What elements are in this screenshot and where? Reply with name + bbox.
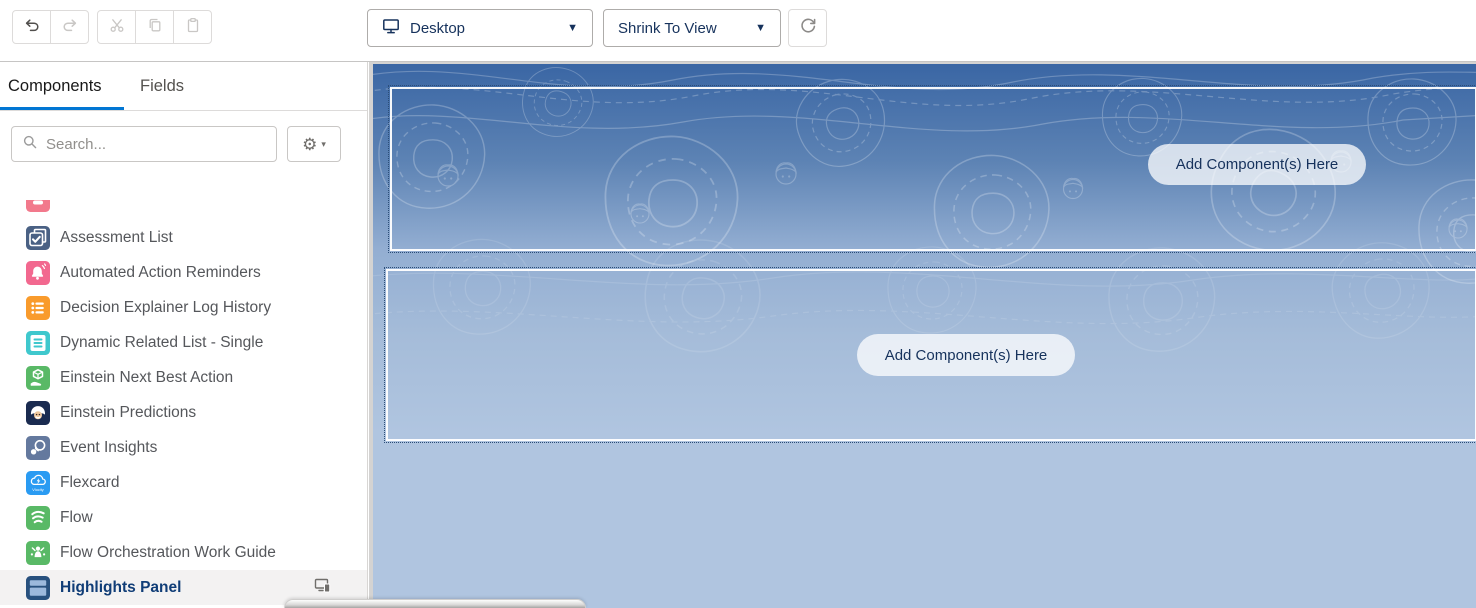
clipboard-group [97, 10, 212, 44]
caret-down-icon: ▼ [567, 22, 578, 34]
component-item-einstein-next-best-action[interactable]: Einstein Next Best Action [0, 360, 367, 395]
component-item-dynamic-related-list[interactable]: Dynamic Related List - Single [0, 325, 367, 360]
desktop-and-phone-icon [314, 576, 332, 599]
add-component-button[interactable]: Add Component(s) Here [1148, 144, 1366, 185]
paste-icon [185, 17, 201, 38]
refresh-button[interactable] [788, 9, 827, 47]
desktop-icon [382, 17, 400, 39]
component-item-label: Flexcard [60, 474, 119, 492]
einstein-icon [26, 401, 50, 425]
component-item-label: Flow Orchestration Work Guide [60, 544, 276, 562]
search-box [11, 126, 277, 162]
redo-icon [62, 17, 78, 38]
redo-button[interactable] [50, 10, 89, 44]
bulleted-list-icon [26, 296, 50, 320]
device-selector-dropdown[interactable]: Desktop ▼ [367, 9, 593, 47]
device-selector-value: Desktop [410, 20, 465, 37]
component-item-flow-orchestration[interactable]: Flow Orchestration Work Guide [0, 535, 367, 570]
component-palette-sidebar: Components Fields ⚙ ▾ [0, 62, 368, 608]
assessment-list-icon [26, 226, 50, 250]
component-item-flow[interactable]: Flow [0, 500, 367, 535]
add-component-button[interactable]: Add Component(s) Here [857, 334, 1075, 376]
caret-down-icon: ▾ [321, 139, 326, 150]
active-tab-underline [0, 107, 124, 110]
cut-button[interactable] [97, 10, 136, 44]
nodes-icon [26, 436, 50, 460]
bell-icon [26, 261, 50, 285]
component-item-label: Automated Action Reminders [60, 264, 261, 282]
refresh-icon [799, 17, 817, 40]
canvas-container: Add Component(s) Here Add Component(s) H… [369, 62, 1476, 608]
palette-settings-button[interactable]: ⚙ ▾ [287, 126, 341, 162]
page-canvas: Add Component(s) Here Add Component(s) H… [373, 64, 1476, 608]
component-item-label: Einstein Next Best Action [60, 369, 233, 387]
tooltip-partial [284, 599, 586, 608]
tab-components[interactable]: Components [8, 77, 102, 96]
copy-icon [147, 17, 163, 38]
component-item-event-insights[interactable]: Event Insights [0, 430, 367, 465]
component-list: Assessment List Automated Action Reminde… [0, 186, 367, 608]
component-item-label: Highlights Panel [60, 579, 181, 597]
view-scale-value: Shrink To View [618, 20, 717, 37]
hidden-partial-icon [26, 200, 50, 212]
document-list-icon [26, 331, 50, 355]
vlocity-cloud-icon: Vlocity [26, 471, 50, 495]
component-item-label: Event Insights [60, 439, 157, 457]
undo-button[interactable] [12, 10, 51, 44]
component-item-decision-explainer[interactable]: Decision Explainer Log History [0, 290, 367, 325]
component-item-einstein-predictions[interactable]: Einstein Predictions [0, 395, 367, 430]
orchestration-icon [26, 541, 50, 565]
gear-icon: ⚙ [302, 136, 317, 153]
component-item-label: Einstein Predictions [60, 404, 196, 422]
highlights-panel-icon [26, 576, 50, 600]
component-item-label: Dynamic Related List - Single [60, 334, 263, 352]
copy-button[interactable] [135, 10, 174, 44]
flow-icon [26, 506, 50, 530]
component-item-label: Flow [60, 509, 93, 527]
paste-button[interactable] [173, 10, 212, 44]
undo-redo-group [12, 10, 89, 44]
palette-tabs: Components Fields [0, 62, 367, 111]
component-item-assessment-list[interactable]: Assessment List [0, 220, 367, 255]
component-item-automated-action-reminders[interactable]: Automated Action Reminders [0, 255, 367, 290]
component-item-label: Decision Explainer Log History [60, 299, 271, 317]
tab-fields[interactable]: Fields [140, 77, 184, 96]
view-scale-dropdown[interactable]: Shrink To View ▼ [603, 9, 781, 47]
caret-down-icon: ▼ [755, 22, 766, 34]
cut-icon [109, 17, 125, 38]
hand-cube-icon [26, 366, 50, 390]
component-item-label: Assessment List [60, 229, 173, 247]
component-item-flexcard[interactable]: Vlocity Flexcard [0, 465, 367, 500]
builder-toolbar: Desktop ▼ Shrink To View ▼ [0, 0, 1476, 62]
search-icon [22, 134, 38, 155]
svg-text:Vlocity: Vlocity [32, 486, 44, 491]
search-input[interactable] [46, 136, 266, 153]
search-row: ⚙ ▾ [0, 111, 367, 173]
undo-icon [24, 17, 40, 38]
